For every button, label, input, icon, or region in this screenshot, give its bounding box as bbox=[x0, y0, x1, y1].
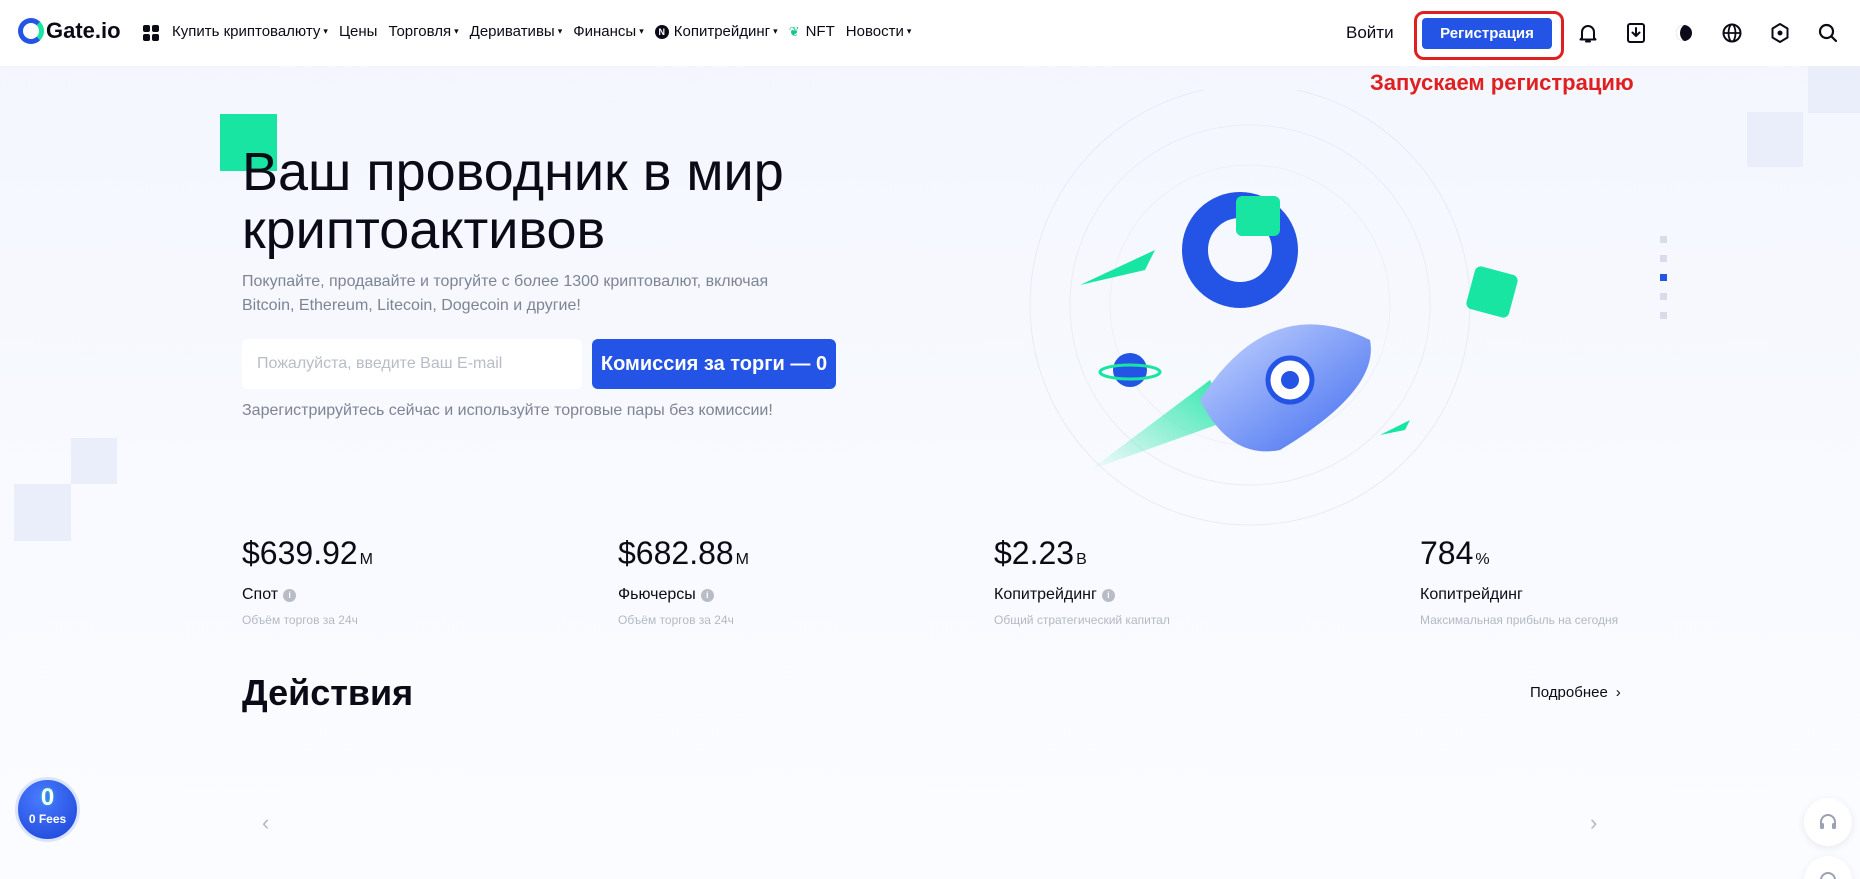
main-menu: Купить криптовалюту ▾ Цены Торговля ▾ Дериват… bbox=[172, 23, 911, 40]
decor-square bbox=[1808, 66, 1860, 113]
stat-label: Копитрейдинг i bbox=[994, 586, 1170, 604]
stat-unit: % bbox=[1475, 551, 1490, 568]
top-nav: Gate.io Купить криптовалюту ▾ Цены Торговля… bbox=[0, 0, 1860, 66]
nav-menu-item[interactable]: ❦ NFT bbox=[789, 23, 835, 40]
info-icon[interactable]: i bbox=[700, 588, 714, 602]
nav-menu-label: Новости bbox=[845, 23, 904, 40]
nav-menu-item[interactable]: Финансы ▾ bbox=[573, 23, 644, 40]
fees-zero: 0 bbox=[40, 784, 55, 811]
fees-text: 0 Fees bbox=[28, 812, 67, 826]
stat-description: Объём торгов за 24ч bbox=[242, 613, 358, 627]
stat-value: $2.23 B bbox=[994, 535, 1170, 572]
leaf-icon: ❦ bbox=[788, 23, 800, 39]
nav-menu-item[interactable]: Цены bbox=[339, 23, 378, 40]
nav-menu-label: Финансы bbox=[573, 23, 637, 40]
hero-subtitle: Покупайте, продавайте и торгуйте с более… bbox=[242, 273, 769, 314]
caret-down-icon: ▾ bbox=[773, 26, 778, 36]
stat-card: $682.88 M Фьючерсы i Объём торгов за 24ч bbox=[618, 535, 749, 627]
stat-label-text: Фьючерсы bbox=[618, 586, 696, 603]
more-link-label: Подробнее bbox=[1530, 684, 1608, 701]
stat-number: $639.92 bbox=[242, 535, 358, 571]
actions-title: Действия bbox=[242, 672, 414, 713]
stat-value: $639.92 M bbox=[242, 535, 373, 572]
decor-square bbox=[71, 438, 117, 484]
stat-unit: M bbox=[735, 551, 749, 568]
hero-title: Ваш проводник в мир криптоактивов bbox=[242, 142, 784, 260]
globe-icon[interactable] bbox=[1720, 21, 1744, 45]
stat-value: 784% bbox=[1420, 535, 1618, 572]
logo-text: Gate.io bbox=[46, 18, 121, 43]
bell-icon[interactable] bbox=[1576, 21, 1600, 45]
nav-menu-item[interactable]: Деривативы ▾ bbox=[470, 23, 563, 40]
stat-label-text: Копитрейдинг bbox=[994, 586, 1097, 603]
chevron-right-icon: › bbox=[1615, 684, 1621, 701]
zero-fees-badge[interactable]: 0 0 Fees bbox=[15, 777, 80, 842]
stat-label: Фьючерсы i bbox=[618, 586, 749, 604]
stat-unit: M bbox=[359, 551, 373, 568]
zero-fee-button[interactable]: Комиссия за торги — 0 bbox=[592, 339, 836, 389]
stat-label: Спот i bbox=[242, 586, 373, 604]
nav-menu-label: Деривативы bbox=[469, 23, 555, 40]
download-icon[interactable] bbox=[1624, 21, 1648, 45]
info-icon[interactable]: i bbox=[1101, 588, 1115, 602]
nav-menu-item[interactable]: Новости ▾ bbox=[846, 23, 912, 40]
support-button[interactable] bbox=[1804, 798, 1852, 846]
chat-button[interactable] bbox=[1804, 856, 1852, 879]
nav-menu-label: Торговля bbox=[388, 23, 452, 40]
carousel-dot[interactable] bbox=[1660, 236, 1667, 243]
nav-menu-label: Цены bbox=[338, 23, 378, 40]
caret-down-icon: ▾ bbox=[906, 26, 912, 36]
more-link[interactable]: Подробнее › bbox=[1530, 684, 1621, 701]
stat-card: $639.92 M Спот i Объём торгов за 24ч bbox=[242, 535, 373, 627]
apps-grid-icon[interactable] bbox=[143, 25, 159, 41]
gate-logo[interactable]: Gate.io bbox=[18, 18, 121, 44]
carousel-dot[interactable] bbox=[1660, 293, 1667, 300]
login-button[interactable]: Войти bbox=[1346, 23, 1394, 43]
stat-number: 784 bbox=[1420, 535, 1474, 571]
nav-menu-label: NFT bbox=[805, 23, 835, 40]
stat-number: $2.23 bbox=[994, 535, 1075, 571]
headset-icon bbox=[1820, 814, 1836, 829]
stat-label: Копитрейдинг bbox=[1420, 586, 1618, 604]
decor-square bbox=[1747, 112, 1803, 167]
search-icon[interactable] bbox=[1816, 21, 1840, 45]
hero-note: Зарегистрируйтесь сейчас и используйте т… bbox=[242, 402, 773, 419]
nav-menu-item[interactable]: Торговля ▾ bbox=[388, 23, 458, 40]
carousel-dot[interactable] bbox=[1660, 312, 1667, 319]
stat-value: $682.88 M bbox=[618, 535, 749, 572]
carousel-next-arrow[interactable]: › bbox=[1590, 810, 1597, 836]
carousel-dot[interactable] bbox=[1660, 255, 1667, 262]
theme-icon[interactable] bbox=[1672, 21, 1696, 45]
settings-icon[interactable] bbox=[1768, 21, 1792, 45]
nav-menu-label: Купить криптовалюту bbox=[172, 23, 321, 40]
stat-description: Максимальная прибыль на сегодня bbox=[1420, 613, 1619, 627]
nav-menu-item[interactable]: N Копитрейдинг ▾ bbox=[654, 23, 778, 40]
copy-trading-icon: N bbox=[654, 24, 669, 39]
stat-label-text: Копитрейдинг bbox=[1420, 586, 1523, 603]
stat-description: Общий стратегический капитал bbox=[994, 613, 1170, 627]
decor-square bbox=[14, 484, 71, 541]
stat-label-text: Спот bbox=[242, 586, 279, 603]
caret-down-icon: ▾ bbox=[454, 26, 459, 36]
carousel-dot[interactable] bbox=[1660, 274, 1667, 281]
caret-down-icon: ▾ bbox=[323, 26, 328, 36]
stat-unit: B bbox=[1076, 551, 1087, 568]
nav-menu-item[interactable]: Купить криптовалюту ▾ bbox=[172, 23, 328, 40]
chat-icon bbox=[1820, 872, 1836, 879]
rocket-illustration bbox=[1029, 90, 1518, 526]
caret-down-icon: ▾ bbox=[557, 26, 563, 36]
register-button[interactable]: Регистрация bbox=[1422, 18, 1552, 49]
caret-down-icon: ▾ bbox=[639, 26, 644, 36]
carousel-dots bbox=[1660, 236, 1667, 319]
stat-number: $682.88 bbox=[618, 535, 734, 571]
info-icon[interactable]: i bbox=[283, 588, 297, 602]
stat-card: 784% Копитрейдинг Максимальная прибыль на … bbox=[1420, 535, 1618, 627]
stat-card: $2.23 B Копитрейдинг i Общий стратегический … bbox=[994, 535, 1170, 627]
gate-logo-icon bbox=[18, 18, 44, 44]
nav-menu-label: Копитрейдинг bbox=[673, 23, 771, 40]
email-input[interactable] bbox=[242, 339, 582, 389]
stat-description: Объём торгов за 24ч bbox=[618, 613, 734, 627]
carousel-prev-arrow[interactable]: ‹ bbox=[262, 810, 269, 836]
